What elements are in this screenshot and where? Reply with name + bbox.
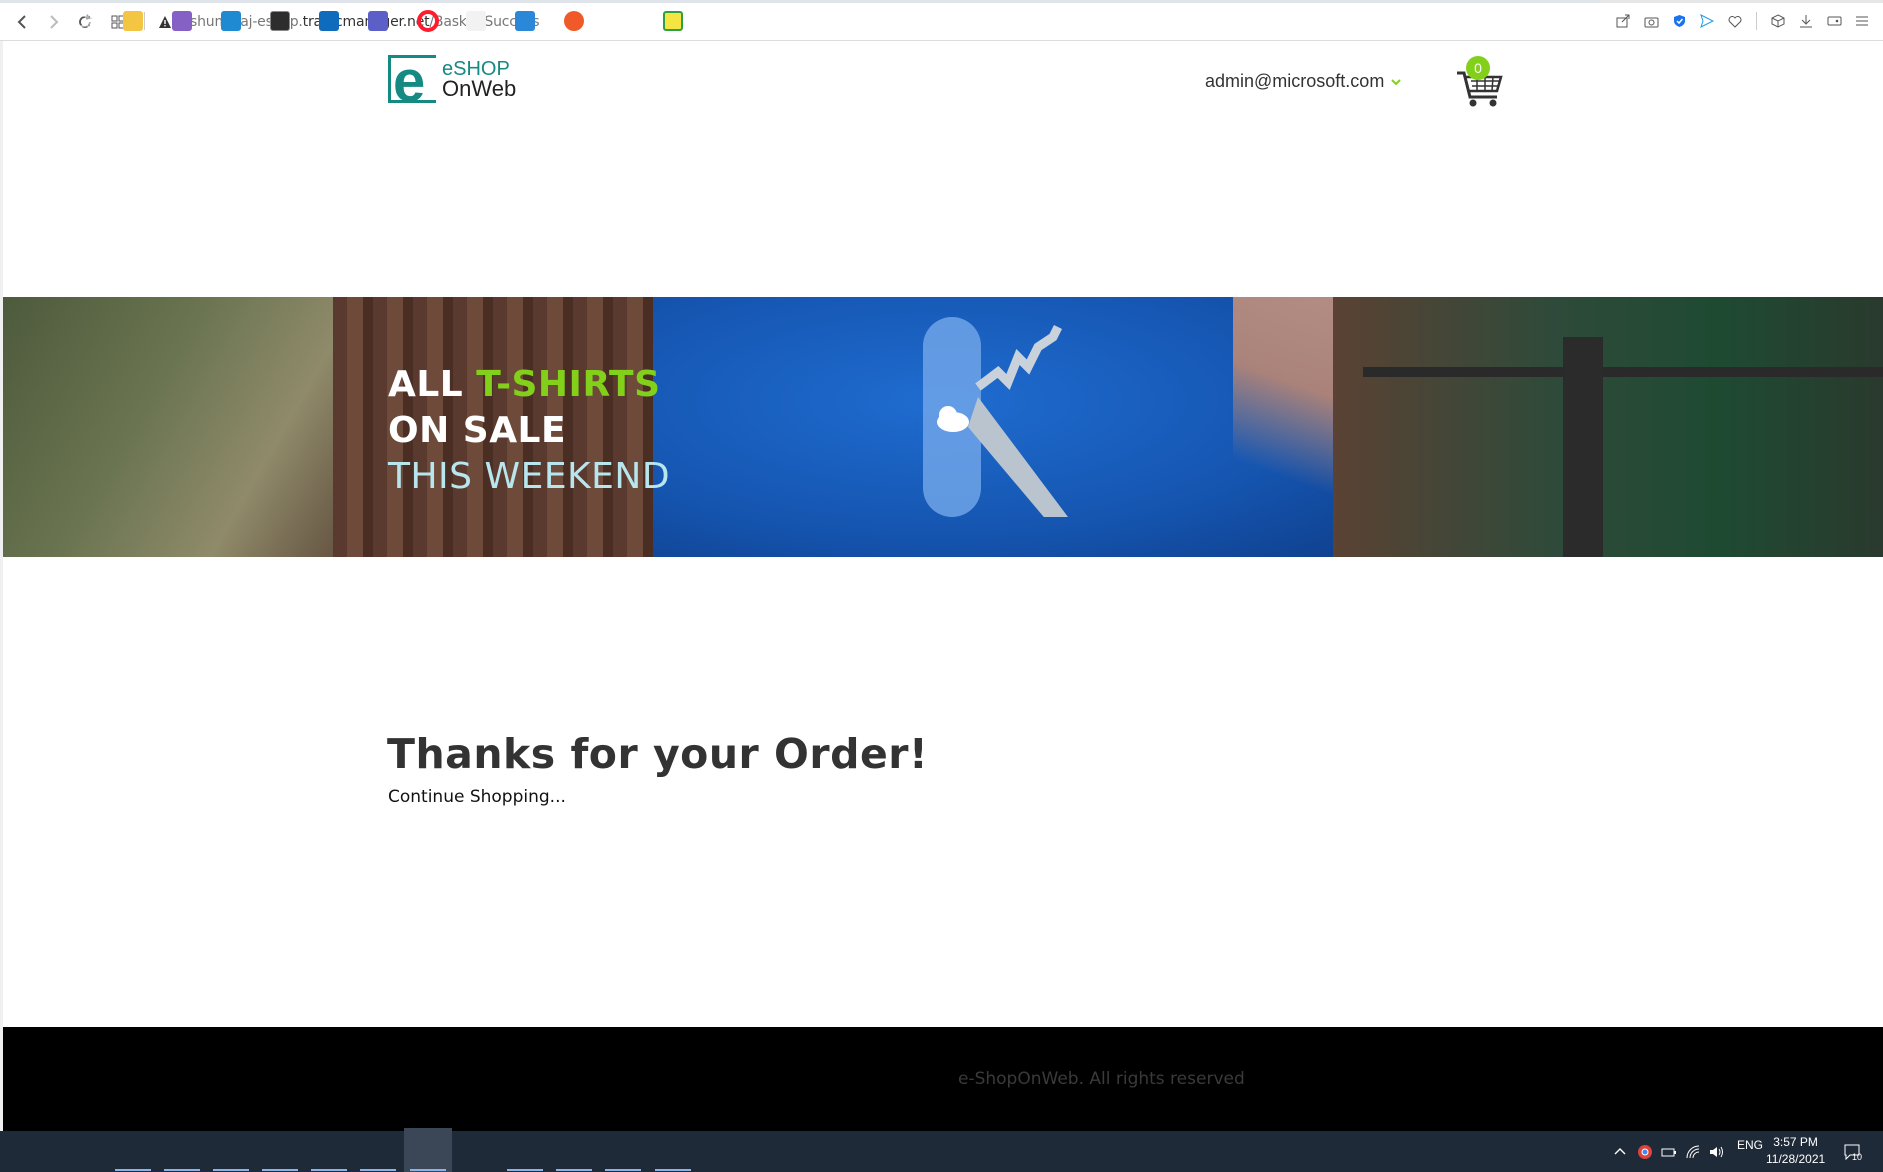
banner-flowers	[3, 297, 363, 557]
banner-line-on-sale: ON SALE	[388, 410, 567, 451]
wifi-icon[interactable]	[1685, 1144, 1701, 1160]
send-icon[interactable]	[1696, 9, 1718, 33]
store-icon[interactable]	[461, 6, 491, 36]
user-menu[interactable]: admin@microsoft.com	[1205, 71, 1402, 92]
sticky-app-icon[interactable]	[658, 6, 688, 36]
running-indicator	[556, 1169, 592, 1171]
page-title: Thanks for your Order!	[387, 730, 929, 778]
cart-count-badge[interactable]: 0	[1466, 56, 1490, 80]
logo-text: eSHOP OnWeb	[442, 59, 517, 101]
clock[interactable]: 3:57 PM 11/28/2021	[1766, 1134, 1825, 1168]
running-indicator	[410, 1169, 446, 1171]
language-indicator[interactable]: ENG	[1737, 1138, 1763, 1152]
wallet-icon[interactable]	[1823, 9, 1845, 33]
opera-icon[interactable]	[413, 6, 443, 36]
teams-icon[interactable]	[363, 6, 393, 36]
running-indicator	[213, 1169, 249, 1171]
visual-studio-icon[interactable]	[167, 6, 197, 36]
search-icon[interactable]	[20, 6, 50, 36]
banner-word-tshirts: T-SHIRTS	[476, 364, 661, 405]
running-indicator	[115, 1169, 151, 1171]
banner-line-weekend: THIS WEEKEND	[388, 456, 671, 497]
heart-icon[interactable]	[1724, 9, 1746, 33]
paint-icon[interactable]	[559, 6, 589, 36]
running-indicator	[507, 1169, 543, 1171]
running-indicator	[262, 1169, 298, 1171]
running-indicator	[311, 1169, 347, 1171]
banner-railing-bg	[1333, 297, 1883, 557]
vscode-icon[interactable]	[216, 6, 246, 36]
logo-letter: e	[393, 49, 426, 114]
toolbar-actions	[1612, 9, 1873, 33]
running-indicator	[655, 1169, 691, 1171]
running-indicator	[605, 1169, 641, 1171]
settings-gear-icon[interactable]	[608, 6, 638, 36]
volume-icon[interactable]	[1709, 1145, 1725, 1159]
site-header: e eSHOP OnWeb admin@microsoft.com 0	[3, 41, 1883, 161]
running-indicator	[164, 1169, 200, 1171]
tray-chevron-up-icon[interactable]	[1614, 1146, 1626, 1156]
menu-icon[interactable]	[1851, 9, 1873, 33]
site-footer: e-ShopOnWeb. All rights reserved	[3, 1027, 1883, 1131]
cube-icon[interactable]	[1767, 9, 1789, 33]
toolbar-separator	[1756, 12, 1757, 30]
battery-icon[interactable]	[1661, 1146, 1677, 1158]
chrome-tray-icon[interactable]	[1637, 1144, 1653, 1160]
active-app-highlight	[404, 1128, 452, 1172]
terminal-icon[interactable]	[265, 6, 295, 36]
sale-banner: ALL T-SHIRTS ON SALE THIS WEEKEND	[3, 297, 1883, 557]
chevron-down-icon	[1391, 78, 1402, 85]
banner-word-all: ALL	[388, 364, 464, 405]
eshop-logo[interactable]: e eSHOP OnWeb	[388, 49, 517, 114]
task-view-icon[interactable]	[68, 6, 98, 36]
logo-mark: e	[388, 49, 436, 114]
clock-time: 3:57 PM	[1773, 1135, 1818, 1149]
shield-icon[interactable]	[1668, 9, 1690, 33]
download-icon[interactable]	[1795, 9, 1817, 33]
camera-icon[interactable]	[1640, 9, 1662, 33]
notification-count: 10	[1852, 1152, 1863, 1162]
outlook-icon[interactable]	[314, 6, 344, 36]
banner-rail	[1363, 367, 1883, 377]
share-icon[interactable]	[1612, 9, 1634, 33]
page-left-edge	[0, 41, 3, 1131]
clock-date: 11/28/2021	[1766, 1152, 1826, 1166]
running-indicator	[360, 1169, 396, 1171]
knife-logo-icon	[923, 317, 1068, 517]
windows-taskbar	[0, 1131, 1883, 1172]
file-explorer-icon[interactable]	[118, 6, 148, 36]
banner-headline: ALL T-SHIRTS ON SALE THIS WEEKEND	[388, 362, 670, 500]
footer-copyright: e-ShopOnWeb. All rights reserved	[958, 1069, 1245, 1089]
user-email: admin@microsoft.com	[1205, 71, 1385, 91]
continue-shopping-link[interactable]: Continue Shopping...	[388, 787, 566, 807]
banner-post	[1563, 337, 1603, 557]
remote-desktop-icon[interactable]	[510, 6, 540, 36]
logo-line2: OnWeb	[442, 76, 517, 101]
